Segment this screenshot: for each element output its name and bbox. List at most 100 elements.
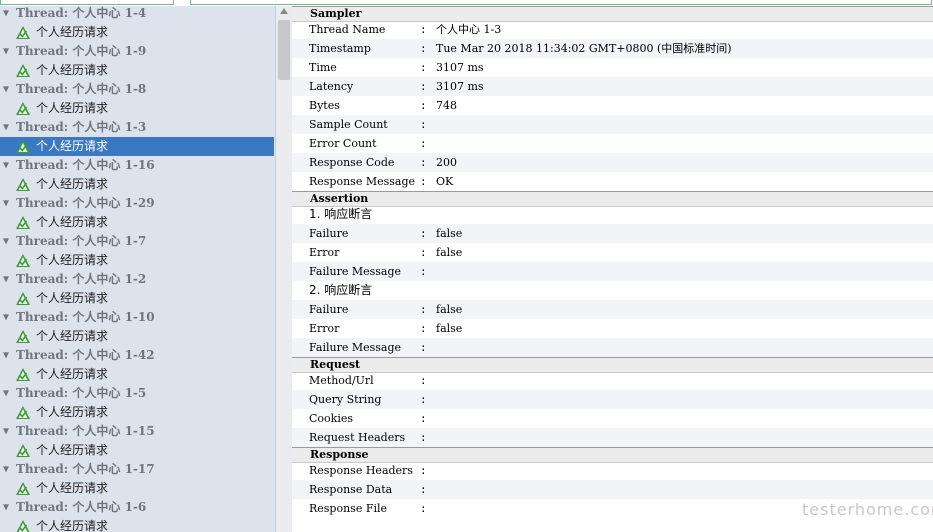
collapse-arrow-icon[interactable]: ▼ [3,232,9,251]
assertion-name: 2. 响应断言 [309,283,373,297]
tree-request-node[interactable]: 个人经历请求 [0,479,274,498]
collapse-arrow-icon[interactable]: ▼ [3,118,9,137]
collapse-arrow-icon[interactable]: ▼ [3,422,9,441]
tree-thread-node[interactable]: ▼ Thread: 个人中心 1-9 [0,42,274,61]
collapse-arrow-icon[interactable]: ▼ [3,384,9,403]
property-value[interactable]: false [436,243,462,262]
collapse-arrow-icon[interactable]: ▼ [3,80,9,99]
sample-success-icon [16,102,30,115]
tree-scrollbar[interactable] [275,6,292,532]
tree-thread-node[interactable]: ▼ Thread: 个人中心 1-17 [0,460,274,479]
property-key: Cookies [309,412,353,425]
tab-right[interactable] [190,0,932,5]
property-row: Sample Count: [292,115,933,134]
tree-request-node[interactable]: 个人经历请求 [0,23,274,42]
tree-node-label: Thread: 个人中心 1-7 [16,234,147,248]
property-row: Response Data: [292,480,933,499]
sample-success-icon [16,216,30,229]
tree-request-node[interactable]: 个人经历请求 [0,213,274,232]
scroll-up-icon[interactable] [280,8,288,14]
tree-thread-node[interactable]: ▼ Thread: 个人中心 1-2 [0,270,274,289]
tree-request-node[interactable]: 个人经历请求 [0,61,274,80]
tree-node-label: 个人经历请求 [36,481,109,495]
tree-thread-node[interactable]: ▼ Thread: 个人中心 1-7 [0,232,274,251]
tree-thread-node[interactable]: ▼ Thread: 个人中心 1-3 [0,118,274,137]
tree-thread-node[interactable]: ▼ Thread: 个人中心 1-5 [0,384,274,403]
section-title: Response [310,448,369,461]
tree-request-node[interactable]: 个人经历请求 [0,137,274,156]
property-row: Method/Url: [292,371,933,390]
property-row: Thread Name: 个人中心 1-3 [292,20,933,39]
tree-request-node[interactable]: 个人经历请求 [0,251,274,270]
property-key: Time [309,61,337,74]
tree-request-node[interactable]: 个人经历请求 [0,517,274,532]
property-colon: : [420,464,427,477]
sample-details-panel: Sampler Thread Name: 个人中心 1-3 Timestamp: Tue… [292,6,933,532]
property-value[interactable]: false [436,300,462,319]
collapse-arrow-icon[interactable]: ▼ [3,308,9,327]
property-colon: : [420,99,427,112]
property-row: Failure Message: [292,338,933,357]
collapse-arrow-icon[interactable]: ▼ [3,194,9,213]
property-value[interactable]: 748 [436,96,457,115]
tree-node-label: Thread: 个人中心 1-4 [16,6,147,20]
tree-node-label: 个人经历请求 [36,101,109,115]
sample-success-icon [16,140,30,153]
collapse-arrow-icon[interactable]: ▼ [3,156,9,175]
tree-thread-node[interactable]: ▼ Thread: 个人中心 1-29 [0,194,274,213]
tree-request-node[interactable]: 个人经历请求 [0,175,274,194]
collapse-arrow-icon[interactable]: ▼ [3,346,9,365]
tree-thread-node[interactable]: ▼ Thread: 个人中心 1-42 [0,346,274,365]
property-value[interactable]: 3107 ms [436,58,484,77]
collapse-arrow-icon[interactable]: ▼ [3,270,9,289]
property-key: Error [309,246,340,259]
property-key: Bytes [309,99,340,112]
scrollbar-thumb[interactable] [278,20,290,80]
tree-node-label: Thread: 个人中心 1-42 [16,348,155,362]
property-colon: : [420,265,427,278]
tree-thread-node[interactable]: ▼ Thread: 个人中心 1-8 [0,80,274,99]
property-colon: : [420,303,427,316]
property-value[interactable]: false [436,224,462,243]
tree-node-label: Thread: 个人中心 1-15 [16,424,155,438]
tree-request-node[interactable]: 个人经历请求 [0,289,274,308]
property-colon: : [420,42,427,55]
property-colon: : [420,374,427,387]
property-colon: : [420,23,427,36]
sample-success-icon [16,482,30,495]
collapse-arrow-icon[interactable]: ▼ [3,498,9,517]
property-value[interactable]: 个人中心 1-3 [436,20,501,39]
property-row: Bytes:748 [292,96,933,115]
property-colon: : [420,156,427,169]
collapse-arrow-icon[interactable]: ▼ [3,42,9,61]
tree-thread-node[interactable]: ▼ Thread: 个人中心 1-6 [0,498,274,517]
property-colon: : [420,322,427,335]
property-key: Method/Url [309,374,374,387]
tree-request-node[interactable]: 个人经历请求 [0,365,274,384]
collapse-arrow-icon[interactable]: ▼ [3,460,9,479]
property-value[interactable]: 200 [436,153,457,172]
tree-thread-node[interactable]: ▼ Thread: 个人中心 1-4 [0,6,274,23]
tab-left[interactable] [0,0,174,5]
property-colon: : [420,431,427,444]
tree-request-node[interactable]: 个人经历请求 [0,99,274,118]
section-title: Assertion [310,192,369,205]
tree-request-node[interactable]: 个人经历请求 [0,327,274,346]
property-value[interactable]: false [436,319,462,338]
property-colon: : [420,137,427,150]
tree-thread-node[interactable]: ▼ Thread: 个人中心 1-16 [0,156,274,175]
property-row: Response Code:200 [292,153,933,172]
property-value[interactable]: OK [436,172,453,191]
tree-thread-node[interactable]: ▼ Thread: 个人中心 1-15 [0,422,274,441]
property-row: Failure: false [292,224,933,243]
tree-request-node[interactable]: 个人经历请求 [0,403,274,422]
tree-thread-node[interactable]: ▼ Thread: 个人中心 1-10 [0,308,274,327]
sample-success-icon [16,444,30,457]
tree-request-node[interactable]: 个人经历请求 [0,441,274,460]
property-value[interactable]: 3107 ms [436,77,484,96]
tree-node-label: Thread: 个人中心 1-3 [16,120,147,134]
collapse-arrow-icon[interactable]: ▼ [3,6,9,23]
sample-success-icon [16,330,30,343]
property-colon: : [420,227,427,240]
property-value[interactable]: Tue Mar 20 2018 11:34:02 GMT+0800 (中国标准时… [436,39,732,58]
